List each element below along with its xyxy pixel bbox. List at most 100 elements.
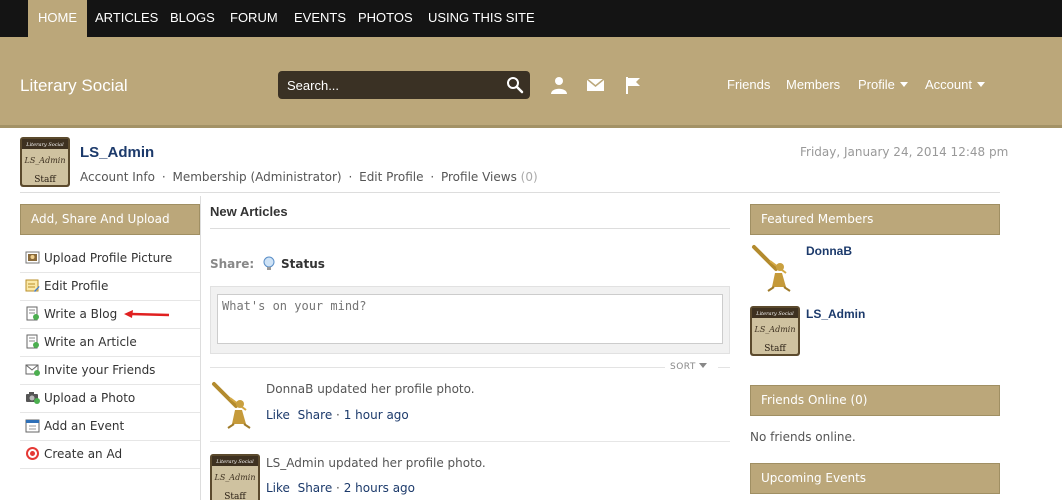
like-link[interactable]: Like <box>266 481 290 495</box>
members-link[interactable]: Members <box>786 77 840 92</box>
nav-articles[interactable]: ARTICLES <box>95 0 158 37</box>
mail-icon[interactable] <box>586 76 606 94</box>
menu-item-label: Edit Profile <box>44 279 109 293</box>
menu-item-label: Upload Profile Picture <box>44 251 173 265</box>
featured-members-header: Featured Members <box>750 204 1000 235</box>
invite-icon <box>25 364 40 376</box>
divider <box>20 192 1000 193</box>
new-articles-title: New Articles <box>210 204 288 219</box>
separator: · <box>336 481 340 495</box>
featured-member-name[interactable]: LS_Admin <box>806 307 865 321</box>
top-navigation: HOME ARTICLES BLOGS FORUM EVENTS PHOTOS … <box>0 0 1062 37</box>
upload-profile-picture-item[interactable]: Upload Profile Picture <box>20 245 200 273</box>
column-divider <box>200 196 201 500</box>
annotation-arrow-icon <box>124 310 170 318</box>
separator: · <box>336 408 340 422</box>
target-icon <box>26 447 39 460</box>
chevron-down-icon <box>976 82 985 87</box>
create-ad-item[interactable]: Create an Ad <box>20 441 200 469</box>
feed-timestamp[interactable]: 1 hour ago <box>344 408 409 422</box>
account-info-link[interactable]: Account Info <box>80 170 155 184</box>
calendar-icon <box>25 419 40 433</box>
no-friends-message: No friends online. <box>750 430 856 444</box>
chevron-down-icon <box>899 82 908 87</box>
avatar[interactable]: Literary Social LS_Admin Staff <box>20 137 70 187</box>
avatar-name-text: LS_Admin <box>754 325 796 334</box>
feed-item-actions: Like Share · 1 hour ago <box>266 408 409 422</box>
status-tab[interactable]: Status <box>281 257 325 271</box>
edit-profile-icon <box>25 279 40 292</box>
article-icon <box>26 334 39 349</box>
camera-icon <box>26 392 40 404</box>
menu-item-label: Invite your Friends <box>44 363 156 377</box>
nav-forum[interactable]: FORUM <box>230 0 278 37</box>
edit-profile-item[interactable]: Edit Profile <box>20 273 200 301</box>
feed-avatar-ls-admin[interactable]: Literary Social LS_Admin Staff <box>210 454 260 500</box>
like-link[interactable]: Like <box>266 408 290 422</box>
avatar-brand-text: Literary Social <box>25 142 64 148</box>
status-input[interactable] <box>217 294 723 344</box>
separator: · <box>430 170 435 184</box>
nav-home[interactable]: HOME <box>28 0 87 37</box>
write-blog-item[interactable]: Write a Blog <box>20 301 200 329</box>
menu-item-label: Create an Ad <box>44 447 123 461</box>
picture-icon <box>25 251 40 264</box>
nav-using-this-site[interactable]: USING THIS SITE <box>428 0 535 37</box>
feed-avatar-donnab[interactable] <box>210 380 260 430</box>
profile-menu[interactable]: Profile <box>858 77 908 92</box>
search-box <box>278 71 530 99</box>
member-avatar-ls-admin[interactable]: Literary Social LS_Admin Staff <box>750 306 800 356</box>
flag-icon[interactable] <box>624 76 644 94</box>
nav-blogs[interactable]: BLOGS <box>170 0 215 37</box>
site-title[interactable]: Literary Social <box>20 76 128 96</box>
sort-dropdown[interactable]: SORT <box>670 362 707 372</box>
divider <box>210 228 730 229</box>
status-composer <box>210 286 730 354</box>
avatar-role-text: Staff <box>764 344 786 354</box>
member-avatar-donnab[interactable] <box>750 243 800 293</box>
profile-views-link[interactable]: Profile Views <box>441 170 517 184</box>
menu-item-label: Write a Blog <box>44 307 118 321</box>
feed-timestamp[interactable]: 2 hours ago <box>344 481 415 495</box>
divider <box>210 367 665 368</box>
share-link[interactable]: Share <box>298 408 333 422</box>
search-input[interactable] <box>287 76 497 94</box>
account-menu[interactable]: Account <box>925 77 985 92</box>
nav-photos[interactable]: PHOTOS <box>358 0 413 37</box>
membership-link[interactable]: Membership (Administrator) <box>172 170 341 184</box>
profile-views-count: (0) <box>520 170 538 184</box>
featured-member-name[interactable]: DonnaB <box>806 244 852 258</box>
invite-friends-item[interactable]: Invite your Friends <box>20 357 200 385</box>
blog-icon <box>26 306 39 321</box>
friends-link[interactable]: Friends <box>727 77 770 92</box>
divider <box>718 367 730 368</box>
divider <box>210 441 730 442</box>
profile-links: Account Info · Membership (Administrator… <box>80 170 538 184</box>
avatar-name-text: LS_Admin <box>214 473 256 482</box>
current-datetime: Friday, January 24, 2014 12:48 pm <box>800 145 1009 159</box>
write-article-item[interactable]: Write an Article <box>20 329 200 357</box>
avatar-role-text: Staff <box>34 175 56 185</box>
menu-item-label: Add an Event <box>44 419 125 433</box>
user-icon[interactable] <box>549 76 569 94</box>
profile-menu-label: Profile <box>858 77 895 92</box>
separator: · <box>348 170 353 184</box>
header-band: Literary Social Friends Members Profile … <box>0 37 1062 128</box>
add-share-upload-header: Add, Share And Upload <box>20 204 200 235</box>
search-icon[interactable] <box>506 76 524 94</box>
edit-profile-link[interactable]: Edit Profile <box>359 170 423 184</box>
menu-item-label: Write an Article <box>44 335 137 349</box>
account-menu-label: Account <box>925 77 972 92</box>
upload-photo-item[interactable]: Upload a Photo <box>20 385 200 413</box>
profile-username[interactable]: LS_Admin <box>80 144 154 161</box>
friends-online-header: Friends Online (0) <box>750 385 1000 416</box>
add-event-item[interactable]: Add an Event <box>20 413 200 441</box>
feed-item-text: LS_Admin updated her profile photo. <box>266 456 486 470</box>
chevron-down-icon <box>698 363 707 368</box>
share-link[interactable]: Share <box>298 481 333 495</box>
share-label: Share: <box>210 257 255 271</box>
feed-item-text: DonnaB updated her profile photo. <box>266 382 475 396</box>
upcoming-events-header: Upcoming Events <box>750 463 1000 494</box>
menu-item-label: Upload a Photo <box>44 391 136 405</box>
nav-events[interactable]: EVENTS <box>294 0 346 37</box>
